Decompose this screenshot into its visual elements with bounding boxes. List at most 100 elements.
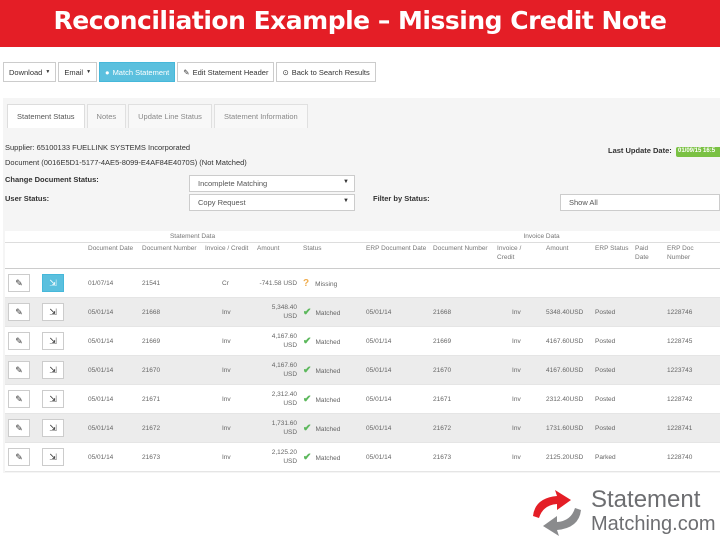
status-text: Matched bbox=[315, 338, 341, 346]
table-body: ✎ ⇲ 01/07/14 21541 Cr -741.58 USD? Missing ✎ ⇲ 05… bbox=[5, 268, 720, 472]
edit-icon[interactable]: ✎ bbox=[8, 390, 30, 408]
edit-icon[interactable]: ✎ bbox=[8, 332, 30, 350]
match-icon[interactable]: ⇲ bbox=[42, 274, 64, 292]
match-icon[interactable]: ⇲ bbox=[42, 390, 64, 408]
status-text: Matched bbox=[315, 309, 341, 317]
paid-date bbox=[632, 384, 665, 414]
column-header: Invoice / Credit bbox=[202, 242, 254, 269]
caret-down-icon: ▼ bbox=[86, 69, 92, 75]
match-icon[interactable]: ⇲ bbox=[42, 361, 64, 379]
match-icon[interactable]: ⇲ bbox=[42, 332, 64, 350]
match-icon[interactable]: ⇲ bbox=[42, 303, 64, 321]
invoice-credit: Inv bbox=[202, 297, 254, 327]
invoice-credit: Inv bbox=[202, 355, 254, 385]
table-row[interactable]: ✎ ⇲ 05/01/14 21671 Inv 2,312.40 USD ✔ Matched 05… bbox=[5, 384, 720, 414]
table-header-row: Document Date Document Number Invoice / Cr… bbox=[5, 242, 720, 269]
invoice-invoice-credit: Inv bbox=[494, 297, 544, 327]
document-date: 05/01/14 bbox=[85, 326, 139, 356]
tab-statement-status[interactable]: Statement Status bbox=[7, 104, 85, 128]
column-header: Invoice / Credit bbox=[494, 242, 544, 269]
circle-icon: ● bbox=[105, 67, 110, 77]
paid-date bbox=[632, 442, 665, 472]
row-edit-cell: ✎ bbox=[5, 268, 39, 298]
invoice-invoice-credit: Inv bbox=[494, 326, 544, 356]
match-icon[interactable]: ⇲ bbox=[42, 448, 64, 466]
edit-icon: ✎ bbox=[183, 67, 190, 77]
table-row[interactable]: ✎ ⇲ 05/01/14 21670 Inv 4,167.60 USD ✔ Matched 05… bbox=[5, 355, 720, 385]
match-statement-button[interactable]: ● Match Statement bbox=[99, 62, 176, 82]
invoice-document-number: 21673 bbox=[430, 442, 495, 472]
row-action-cell: ⇲ bbox=[39, 442, 85, 472]
column-header: Document Date bbox=[85, 242, 139, 269]
erp-document-date: 05/01/14 bbox=[363, 297, 431, 327]
paid-date bbox=[632, 297, 665, 327]
tab-update-line-status[interactable]: Update Line Status bbox=[128, 104, 212, 128]
erp-document-date: 05/01/14 bbox=[363, 413, 431, 443]
erp-doc-number: 1228745 bbox=[664, 326, 720, 356]
user-status-value: Copy Request bbox=[198, 198, 246, 207]
document-date: 05/01/14 bbox=[85, 355, 139, 385]
statement-matching-logo: Statement Matching.com bbox=[527, 486, 720, 540]
invoice-invoice-credit bbox=[494, 268, 544, 298]
invoice-amount: 2125.20USD bbox=[543, 442, 593, 472]
caret-down-icon: ▼ bbox=[343, 179, 349, 185]
status-cell: ✔ Matched bbox=[300, 384, 364, 414]
invoice-credit: Inv bbox=[202, 384, 254, 414]
slide-title-bar: Reconciliation Example – Missing Credit … bbox=[0, 0, 720, 47]
check-icon: ✔ bbox=[303, 422, 312, 434]
table-row[interactable]: ✎ ⇲ 05/01/14 21673 Inv 2,125.20 USD ✔ Matched 05… bbox=[5, 442, 720, 472]
edit-statement-header-button[interactable]: ✎ Edit Statement Header bbox=[177, 62, 275, 82]
reconciliation-table: Statement Data Invoice Data Document Dat… bbox=[5, 231, 720, 472]
column-header bbox=[5, 242, 39, 269]
table-row[interactable]: ✎ ⇲ 01/07/14 21541 Cr -741.58 USD? Missing bbox=[5, 268, 720, 298]
erp-status: Posted bbox=[592, 413, 633, 443]
user-status-select[interactable]: Copy Request ▼ bbox=[189, 194, 355, 211]
document-date: 01/07/14 bbox=[85, 268, 139, 298]
status-text: Matched bbox=[315, 396, 341, 404]
invoice-data-header: Invoice Data bbox=[363, 231, 720, 243]
table-row[interactable]: ✎ ⇲ 05/01/14 21668 Inv 5,348.40 USD ✔ Matched 05… bbox=[5, 297, 720, 327]
back-to-search-button[interactable]: ⊙ Back to Search Results bbox=[276, 62, 376, 82]
statement-data-header: Statement Data bbox=[85, 231, 301, 243]
column-header: Status bbox=[300, 242, 364, 269]
change-status-label: Change Document Status: bbox=[5, 175, 99, 184]
caret-down-icon: ▼ bbox=[343, 198, 349, 204]
amount: 1,731.60 USD bbox=[254, 413, 301, 443]
amount: -741.58 USD bbox=[254, 268, 301, 298]
invoice-amount: 1731.60USD bbox=[543, 413, 593, 443]
invoice-credit: Inv bbox=[202, 326, 254, 356]
status-cell: ? Missing bbox=[300, 268, 364, 298]
edit-icon[interactable]: ✎ bbox=[8, 274, 30, 292]
document-text: Document (0016E5D1-5177-4AE5-8099-E4AF84… bbox=[5, 158, 247, 167]
edit-icon[interactable]: ✎ bbox=[8, 303, 30, 321]
table-row[interactable]: ✎ ⇲ 05/01/14 21672 Inv 1,731.60 USD ✔ Matched 05… bbox=[5, 413, 720, 443]
erp-document-date bbox=[363, 268, 431, 298]
status-text: Matched bbox=[315, 367, 341, 375]
table-group-header: Statement Data Invoice Data bbox=[5, 231, 720, 243]
match-icon[interactable]: ⇲ bbox=[42, 419, 64, 437]
invoice-amount: 4167.60USD bbox=[543, 326, 593, 356]
edit-icon[interactable]: ✎ bbox=[8, 419, 30, 437]
erp-doc-number: 1228741 bbox=[664, 413, 720, 443]
invoice-amount: 5348.40USD bbox=[543, 297, 593, 327]
table-row[interactable]: ✎ ⇲ 05/01/14 21669 Inv 4,167.60 USD ✔ Matched 05… bbox=[5, 326, 720, 356]
email-button[interactable]: Email ▼ bbox=[58, 62, 98, 82]
edit-icon[interactable]: ✎ bbox=[8, 448, 30, 466]
filter-status-select[interactable]: Show All bbox=[560, 194, 720, 211]
status-cell: ✔ Matched bbox=[300, 442, 364, 472]
change-status-select[interactable]: Incomplete Matching ▼ bbox=[189, 175, 355, 192]
invoice-invoice-credit: Inv bbox=[494, 384, 544, 414]
logo-text-statement: Statement bbox=[591, 486, 701, 513]
tab-statement-information[interactable]: Statement Information bbox=[213, 104, 308, 128]
edit-icon[interactable]: ✎ bbox=[8, 361, 30, 379]
match-statement-label: Match Statement bbox=[112, 67, 170, 77]
document-date: 05/01/14 bbox=[85, 413, 139, 443]
invoice-document-number bbox=[430, 268, 495, 298]
tab-notes[interactable]: Notes bbox=[86, 104, 127, 128]
document-date: 05/01/14 bbox=[85, 297, 139, 327]
edit-header-label: Edit Statement Header bbox=[192, 67, 269, 77]
last-update-label: Last Update Date: bbox=[608, 146, 672, 155]
amount: 2,312.40 USD bbox=[254, 384, 301, 414]
paid-date bbox=[632, 326, 665, 356]
download-button[interactable]: Download ▼ bbox=[3, 62, 57, 82]
